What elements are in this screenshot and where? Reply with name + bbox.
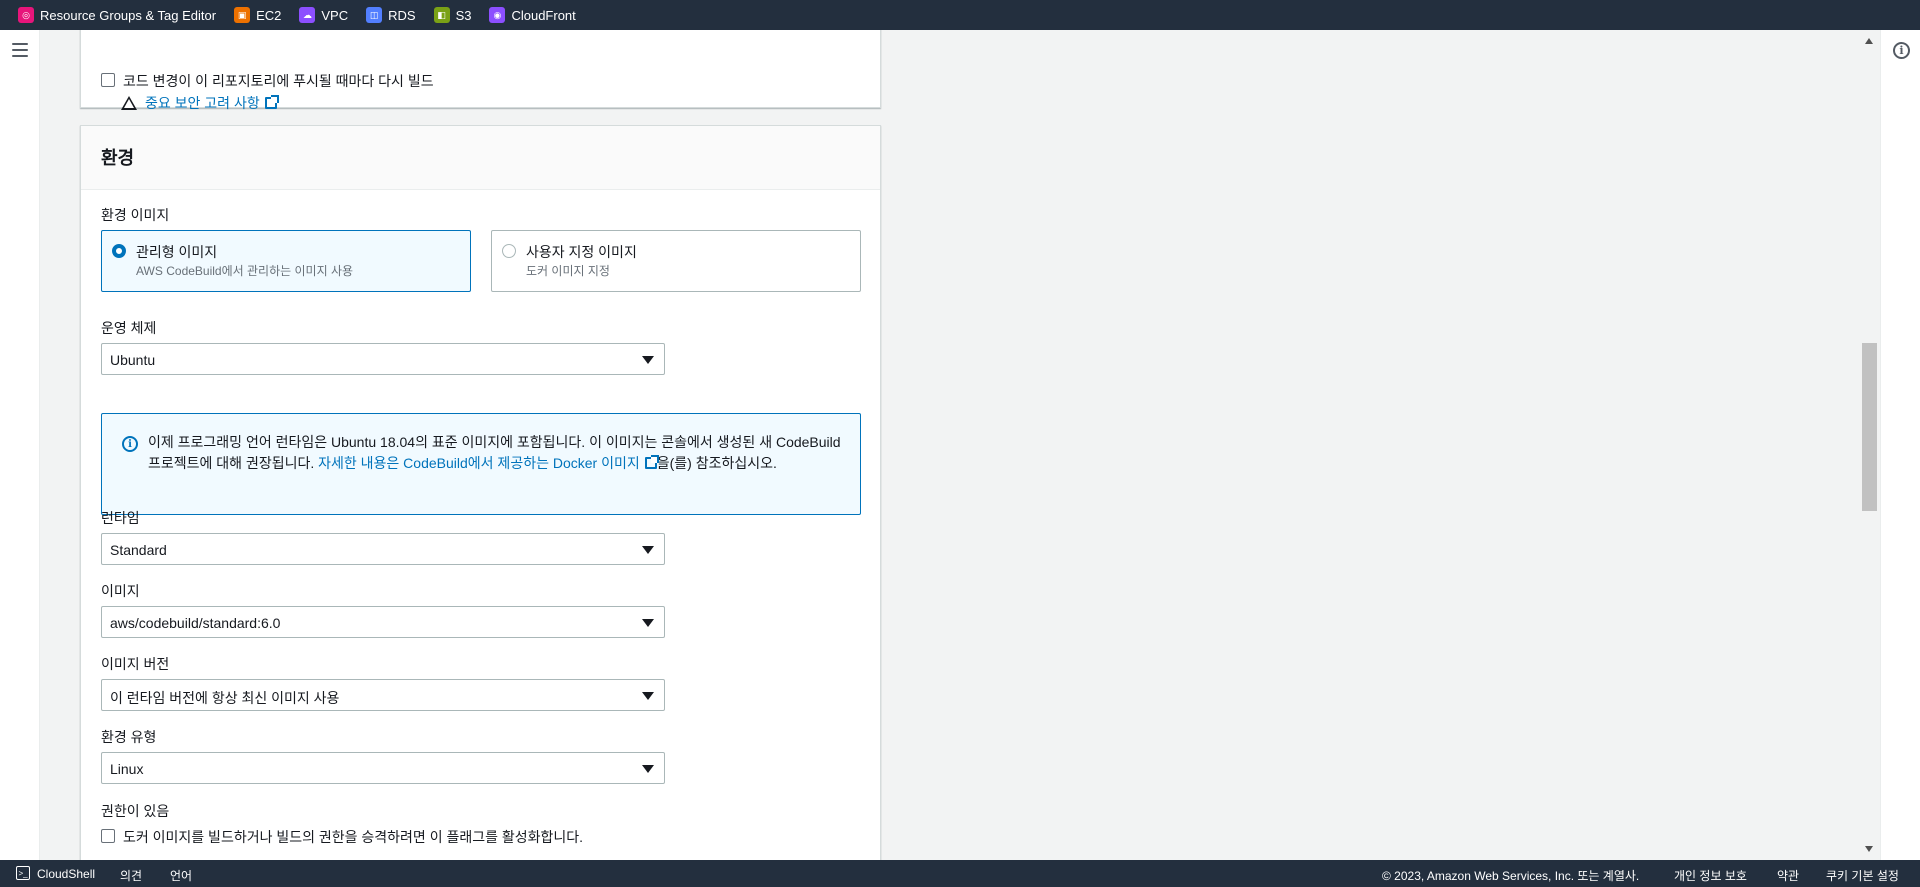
environment-title: 환경 [101,148,135,168]
favorite-label: S3 [455,7,472,23]
favorite-label: VPC [321,7,349,23]
caret-down-icon [642,765,654,773]
left-navigation-rail [0,30,40,860]
favorite-label: Resource Groups & Tag Editor [40,7,217,23]
managed-image-tile[interactable]: 관리형 이미지 AWS CodeBuild에서 관리하는 이미지 사용 [101,230,471,292]
environment-type-select-value: Linux [110,761,144,777]
console-footer: >_ CloudShell 의견 언어 © 2023, Amazon Web S… [0,860,1920,887]
environment-type-select[interactable]: Linux [101,752,665,784]
feedback-link[interactable]: 의견 [120,867,142,884]
language-selector[interactable]: 언어 [170,867,192,884]
external-link-icon [644,455,659,469]
rds-icon: ◫ [366,7,383,23]
terms-link[interactable]: 약관 [1777,867,1799,884]
favorite-label: EC2 [256,7,282,23]
cloudshell-icon[interactable]: >_ [16,866,30,880]
managed-image-radio[interactable] [112,244,126,258]
cookie-preferences-link[interactable]: 쿠키 기본 설정 [1826,867,1899,884]
image-version-select-value: 이 런타임 버전에 항상 최신 이미지 사용 [110,690,340,706]
info-alert-text: 이제 프로그래밍 언어 런타임은 Ubuntu 18.04의 표준 이미지에 포… [148,432,848,474]
runtime-label: 런타임 [101,510,140,526]
scroll-down-arrow-icon[interactable] [1865,846,1873,852]
managed-image-title: 관리형 이미지 [136,244,218,260]
favorite-s3[interactable]: ◧ S3 [433,7,472,23]
caret-down-icon [642,692,654,700]
image-select-value: aws/codebuild/standard:6.0 [110,615,281,631]
vertical-scrollbar[interactable] [1860,30,1879,860]
os-select-value: Ubuntu [110,352,156,368]
os-label: 운영 체제 [101,320,157,336]
favorite-rds[interactable]: ◫ RDS [366,7,416,23]
favorite-label: RDS [388,7,416,23]
external-link-icon [264,95,279,109]
custom-image-radio[interactable] [502,244,516,258]
info-text-part-2: 을(를) 참조하십시오. [656,455,777,471]
privileged-label: 권한이 있음 [101,803,170,819]
custom-image-tile[interactable]: 사용자 지정 이미지 도커 이미지 지정 [491,230,861,292]
cloudshell-button[interactable]: CloudShell [37,867,95,881]
environment-panel: 환경 환경 이미지 관리형 이미지 AWS CodeBuild에서 관리하는 이… [80,125,881,860]
custom-image-description: 도커 이미지 지정 [526,264,610,278]
webhook-checkbox-label: 코드 변경이 이 리포지토리에 푸시될 때마다 다시 빌드 [123,73,434,89]
menu-icon[interactable] [12,43,28,57]
info-alert: i 이제 프로그래밍 언어 런타임은 Ubuntu 18.04의 표준 이미지에… [101,413,861,515]
image-select[interactable]: aws/codebuild/standard:6.0 [101,606,665,638]
os-select[interactable]: Ubuntu [101,343,665,375]
ec2-icon: ▣ [234,7,251,23]
image-version-label: 이미지 버전 [101,656,170,672]
privileged-checkbox[interactable] [101,829,115,843]
source-panel: 코드 변경이 이 리포지토리에 푸시될 때마다 다시 빌드 중요 보안 고려 사… [80,30,881,111]
vpc-icon: ☁ [299,7,316,23]
webhook-checkbox[interactable] [101,73,115,87]
right-tools-rail: i [1880,30,1920,860]
favorite-ec2[interactable]: ▣ EC2 [234,7,281,23]
scroll-up-arrow-icon[interactable] [1865,38,1873,44]
favorite-vpc[interactable]: ☁ VPC [299,7,348,23]
docker-images-link[interactable]: 자세한 내용은 CodeBuild에서 제공하는 Docker 이미지 [318,455,640,471]
caret-down-icon [642,546,654,554]
image-version-select[interactable]: 이 런타임 버전에 항상 최신 이미지 사용 [101,679,665,711]
favorite-label: CloudFront [511,7,576,23]
security-considerations-link[interactable]: 중요 보안 고려 사항 [145,93,279,113]
info-icon: i [122,436,138,452]
caret-down-icon [642,619,654,627]
environment-image-label: 환경 이미지 [101,207,170,223]
scrollbar-thumb[interactable] [1862,343,1877,511]
caret-down-icon [642,356,654,364]
s3-icon: ◧ [433,7,450,23]
privacy-link[interactable]: 개인 정보 보호 [1674,867,1747,884]
info-panel-icon[interactable]: i [1893,42,1910,59]
copyright-text: © 2023, Amazon Web Services, Inc. 또는 계열사… [1382,869,1640,883]
favorite-cloudfront[interactable]: ◉ CloudFront [489,7,576,23]
image-label: 이미지 [101,583,140,599]
resource-groups-icon: ◎ [18,7,34,23]
runtime-select[interactable]: Standard [101,533,665,565]
favorites-bar: ◎ Resource Groups & Tag Editor ▣ EC2 ☁ V… [0,0,1920,30]
managed-image-description: AWS CodeBuild에서 관리하는 이미지 사용 [136,264,354,278]
warning-icon [121,96,137,110]
security-link-text[interactable]: 중요 보안 고려 사항 [145,95,260,111]
main-content: 코드 변경이 이 리포지토리에 푸시될 때마다 다시 빌드 중요 보안 고려 사… [40,30,1860,860]
privileged-checkbox-label: 도커 이미지를 빌드하거나 빌드의 권한을 승격하려면 이 플래그를 활성화합니… [123,829,584,845]
cloudfront-icon: ◉ [489,7,506,23]
environment-type-label: 환경 유형 [101,729,157,745]
favorite-resource-groups[interactable]: ◎ Resource Groups & Tag Editor [18,7,216,23]
environment-panel-header: 환경 [81,126,880,190]
custom-image-title: 사용자 지정 이미지 [526,244,637,260]
runtime-select-value: Standard [110,542,167,558]
